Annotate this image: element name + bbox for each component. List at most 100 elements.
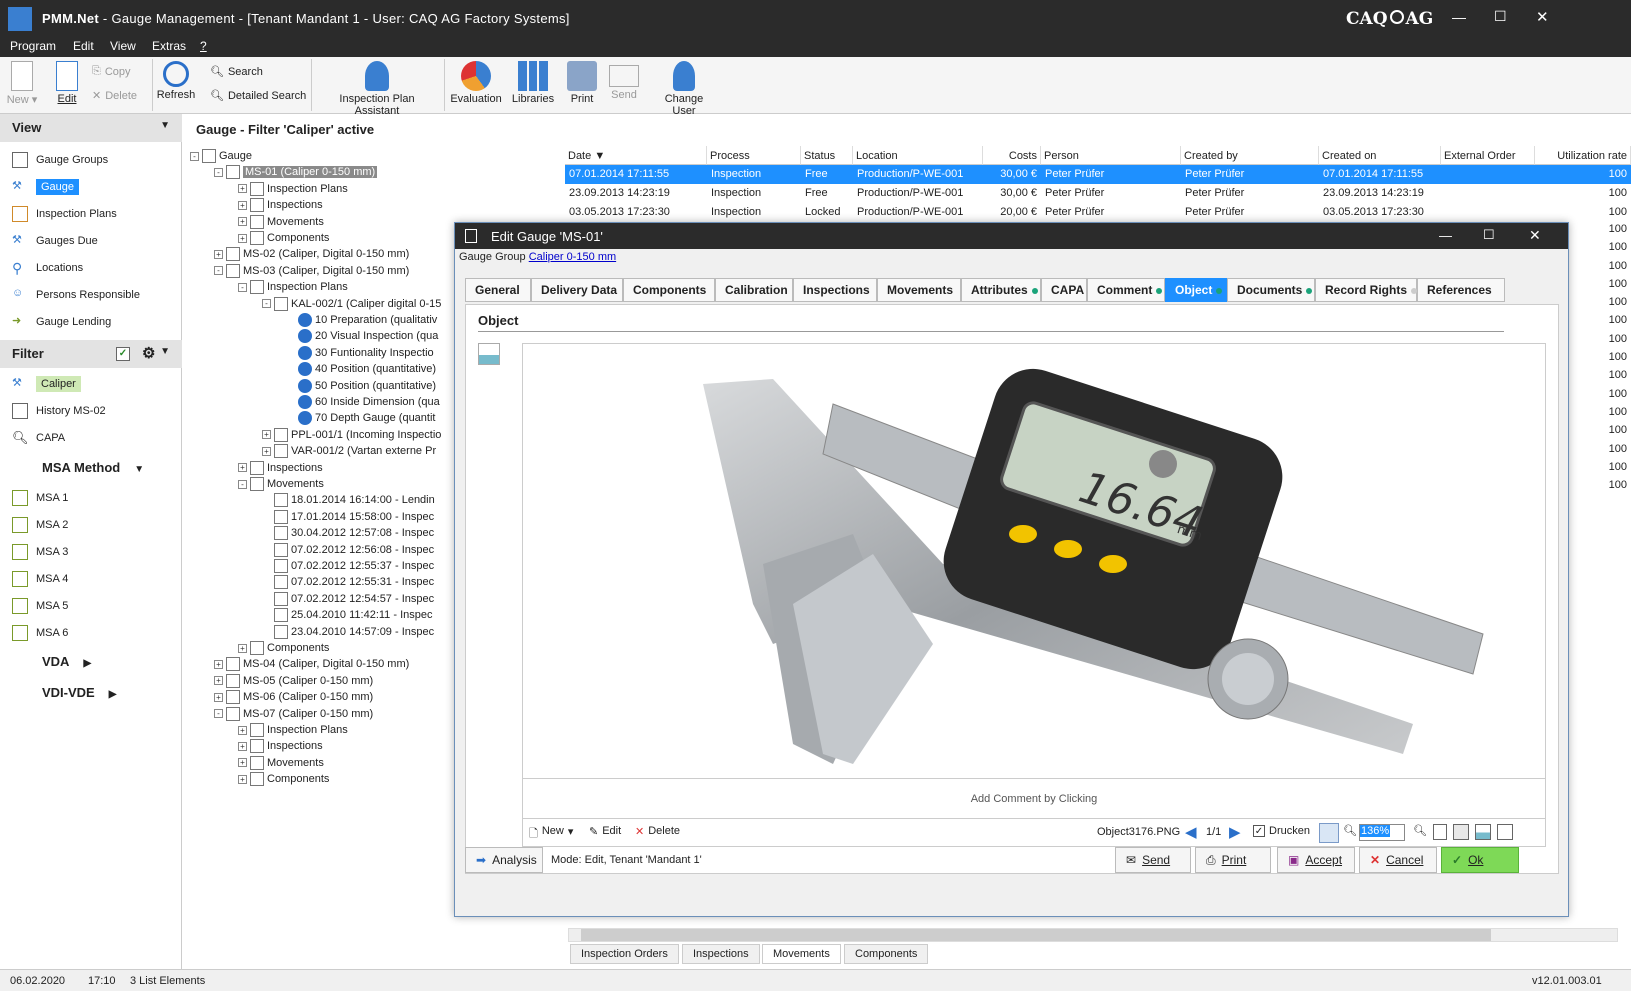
msa-item[interactable]: MSA 4 xyxy=(12,569,68,589)
col-status[interactable]: Status xyxy=(801,146,853,165)
expand-icon[interactable]: + xyxy=(238,741,247,751)
dialog-maximize-button[interactable]: ☐ xyxy=(1483,227,1495,243)
add-comment-area[interactable]: Add Comment by Clicking xyxy=(522,779,1546,819)
tab-movements[interactable]: Movements xyxy=(877,278,961,302)
expand-icon[interactable]: + xyxy=(238,774,247,784)
menu-view[interactable]: View xyxy=(110,39,136,53)
view-item-locations[interactable]: ⚲ Locations xyxy=(12,258,83,278)
refresh-button[interactable]: Refresh xyxy=(156,57,196,101)
tree-node[interactable]: + Components xyxy=(238,771,329,787)
col-date[interactable]: Date ▼ xyxy=(565,146,707,165)
tab-inspections[interactable]: Inspections xyxy=(793,278,877,302)
col-utilization[interactable]: Utilization rate xyxy=(1535,146,1631,165)
maximize-button[interactable]: ☐ xyxy=(1494,8,1507,25)
print-checkbox[interactable]: ✓ Drucken xyxy=(1253,825,1310,837)
col-costs[interactable]: Costs xyxy=(983,146,1041,165)
tree-node[interactable]: 40 Position (quantitative) xyxy=(286,361,436,377)
copy-button[interactable]: ⎘ Copy xyxy=(92,65,131,78)
collapse-icon[interactable]: - xyxy=(214,709,223,719)
msa-item[interactable]: MSA 3 xyxy=(12,542,68,562)
tree-node[interactable]: + PPL-001/1 (Incoming Inspectio xyxy=(262,427,441,443)
tree-node[interactable]: + Inspections xyxy=(238,738,323,754)
expand-icon[interactable]: + xyxy=(214,659,223,669)
tree-node[interactable]: 07.02.2012 12:55:37 - Inspec xyxy=(262,558,434,574)
tree-node[interactable]: - MS-07 (Caliper 0-150 mm) xyxy=(214,706,373,722)
tab-capa[interactable]: CAPA xyxy=(1041,278,1087,302)
tab-calibration[interactable]: Calibration xyxy=(715,278,793,302)
view-item-gauge[interactable]: ⚒ Gauge xyxy=(12,177,80,197)
msa-item[interactable]: MSA 2 xyxy=(12,515,68,535)
change-user-button[interactable]: Change User xyxy=(652,57,716,117)
menu-extras[interactable]: Extras xyxy=(152,39,186,53)
filter-checkbox[interactable]: ✓ xyxy=(116,347,130,361)
menu-help[interactable]: ? xyxy=(200,39,207,53)
filter-chevron-down-icon[interactable]: ▼ xyxy=(160,346,170,357)
tree-node[interactable]: 07.02.2012 12:54:57 - Inspec xyxy=(262,591,434,607)
dialog-minimize-button[interactable]: — xyxy=(1439,228,1452,243)
zoom-input[interactable]: 136% xyxy=(1359,824,1405,841)
expand-icon[interactable]: + xyxy=(262,430,271,440)
msa-item[interactable]: MSA 5 xyxy=(12,596,68,616)
col-person[interactable]: Person xyxy=(1041,146,1181,165)
tree-node[interactable]: - KAL-002/1 (Caliper digital 0-15 xyxy=(262,296,441,312)
dialog-close-button[interactable]: ✕ xyxy=(1529,227,1541,244)
collapse-icon[interactable]: - xyxy=(238,282,247,292)
tree-node[interactable]: + Components xyxy=(238,640,329,656)
tab-documents[interactable]: Documents xyxy=(1227,278,1315,302)
tree-node[interactable]: 07.02.2012 12:55:31 - Inspec xyxy=(262,574,434,590)
tree-node[interactable]: 25.04.2010 11:42:11 - Inspec xyxy=(262,607,432,623)
previous-arrow-icon[interactable]: ◀ xyxy=(1185,823,1197,841)
table-row[interactable]: 03.05.2013 17:23:30 Inspection Locked Produ… xyxy=(565,203,1631,222)
object-edit-button[interactable]: ✎ Edit xyxy=(589,825,621,838)
view-item-gauge-lending[interactable]: ➜ Gauge Lending xyxy=(12,312,111,332)
msa-method-group[interactable]: MSA Method ▼ xyxy=(42,460,144,475)
tab-movements[interactable]: Movements xyxy=(762,944,841,964)
expand-icon[interactable]: + xyxy=(238,217,247,227)
collapse-icon[interactable]: - xyxy=(214,167,223,177)
tree-node[interactable]: 07.02.2012 12:56:08 - Inspec xyxy=(262,542,434,558)
details-view-icon[interactable] xyxy=(1433,824,1447,840)
tree-node[interactable]: 30 Funtionality Inspectio xyxy=(286,345,434,361)
send-dialog-button[interactable]: ✉ Send xyxy=(1115,847,1191,873)
tab-general[interactable]: General xyxy=(465,278,531,302)
close-button[interactable]: ✕ xyxy=(1536,8,1549,26)
view-item-persons-responsible[interactable]: ☺ Persons Responsible xyxy=(12,285,140,305)
zoom-in-icon[interactable]: 🔍︎ xyxy=(1413,824,1427,837)
tree-node[interactable]: - Inspection Plans xyxy=(238,279,348,295)
expand-icon[interactable]: + xyxy=(238,725,247,735)
collapse-icon[interactable]: - xyxy=(190,151,199,161)
expand-icon[interactable]: + xyxy=(214,676,223,686)
horizontal-scrollbar[interactable] xyxy=(568,928,1618,942)
col-created-on[interactable]: Created on xyxy=(1319,146,1441,165)
msa-item[interactable]: MSA 6 xyxy=(12,623,68,643)
expand-icon[interactable]: + xyxy=(238,758,247,768)
gear-icon[interactable]: ⚙ xyxy=(142,344,155,362)
col-location[interactable]: Location xyxy=(853,146,983,165)
expand-icon[interactable]: + xyxy=(238,463,247,473)
filter-item-history[interactable]: History MS-02 xyxy=(12,401,106,421)
print-button[interactable]: Print xyxy=(564,57,600,105)
search-button[interactable]: 🔍︎ Search xyxy=(210,65,263,79)
object-new-button[interactable]: 🗋 New ▾ xyxy=(529,825,573,844)
expand-icon[interactable]: + xyxy=(238,233,247,243)
delete-button[interactable]: ✕ Delete xyxy=(92,89,137,103)
tree-node[interactable]: + Inspection Plans xyxy=(238,722,348,738)
zoom-out-icon[interactable]: 🔍︎ xyxy=(1343,824,1357,837)
libraries-button[interactable]: Libraries xyxy=(510,57,556,105)
tree-node[interactable]: 60 Inside Dimension (qua xyxy=(286,394,440,410)
table-row[interactable]: 07.01.2014 17:11:55 Inspection Free Product… xyxy=(565,165,1631,184)
collapse-icon[interactable]: - xyxy=(238,479,247,489)
tab-components[interactable]: Components xyxy=(844,944,929,964)
tree-node[interactable]: + VAR-001/2 (Vartan externe Pr xyxy=(262,443,436,459)
tree-node[interactable]: - Gauge xyxy=(190,148,252,164)
view-item-gauge-groups[interactable]: Gauge Groups xyxy=(12,150,108,170)
expand-icon[interactable]: + xyxy=(262,446,271,456)
vda-group[interactable]: VDA ▶ xyxy=(42,654,91,669)
tab-comment[interactable]: Comment xyxy=(1087,278,1165,302)
tree-node[interactable]: 23.04.2010 14:57:09 - Inspec xyxy=(262,624,434,640)
analysis-button[interactable]: ➡ Analysis xyxy=(465,847,543,873)
edit-button[interactable]: Edit xyxy=(50,57,84,105)
tree-node[interactable]: 18.01.2014 16:14:00 - Lendin xyxy=(262,492,435,508)
tree-node[interactable]: + MS-06 (Caliper 0-150 mm) xyxy=(214,689,373,705)
menu-program[interactable]: Program xyxy=(10,39,56,53)
